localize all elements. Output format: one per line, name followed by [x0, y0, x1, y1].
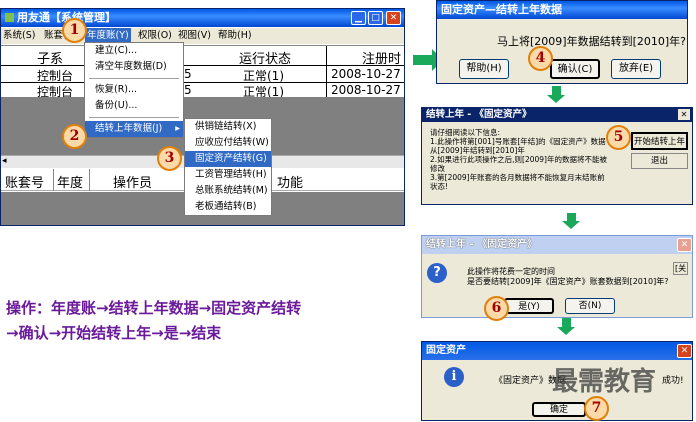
question-icon: ?: [427, 263, 447, 283]
instruction-line-2: →确认→开始结转上年→是→结束: [6, 324, 222, 342]
dialog-fixed-assets-carry-forward: 固定资产—结转上年数据 马上将[2009]年数据结转到[2010]年? 帮助(H…: [436, 0, 688, 84]
col-header-year: 年度: [57, 176, 84, 191]
carry-forward-submenu: 供销链结转(X) 应收应付结转(W) 固定资产结转(G) 工资管理结转(H) 总…: [184, 118, 272, 216]
dialog3-line2: 是否要结转[2009]年《固定资产》账套数据到[2010]年?: [467, 277, 669, 286]
step-4-marker: 4: [528, 46, 553, 71]
submenu-item-receivable[interactable]: 应收应付结转(W): [185, 135, 271, 151]
dialog2-title-bar: 结转上年 - 《固定资产》: [422, 108, 692, 122]
ok-button[interactable]: 确定: [532, 402, 586, 417]
submenu-item-general-ledger[interactable]: 总账系统结转(M): [185, 183, 271, 199]
col-header-function: 功能: [277, 176, 304, 191]
submenu-item-payroll[interactable]: 工资管理结转(H): [185, 167, 271, 183]
step-1-marker: 1: [62, 18, 87, 43]
watermark-text: 最需教育: [552, 367, 657, 397]
dialog4-close-button[interactable]: ✕: [677, 344, 692, 358]
dialog3-close-button[interactable]: ✕: [677, 238, 692, 252]
step-7-marker: 7: [584, 396, 609, 421]
dialog3-side-button[interactable]: [关: [673, 262, 689, 275]
step-2-marker: 2: [62, 124, 87, 149]
dialog4-suffix: 成功!: [662, 376, 684, 386]
dialog2-close-icon[interactable]: ✕: [678, 109, 690, 120]
menu-item-carry-forward-label: 结转上年数据(J): [95, 123, 163, 134]
menu-item-backup[interactable]: 备份(U)...: [85, 98, 183, 114]
dialog-fixed-assets-success: 固定资产 ✕ i 《固定资产》数据 成功! 最需教育 确定: [421, 341, 693, 421]
row2-date: 2008-10-27 2: [331, 83, 405, 97]
flow-arrow-down-head-icon-3: [557, 327, 575, 335]
col-header-account-no: 账套号: [5, 176, 45, 191]
dialog1-message: 马上将[2009]年数据结转到[2010]年?: [497, 35, 686, 48]
minimize-button[interactable]: ▁: [351, 11, 366, 25]
step-5-marker: 5: [606, 125, 631, 150]
step-3-marker: 3: [157, 146, 182, 171]
info-icon: i: [444, 367, 464, 387]
dialog1-title: 固定资产—结转上年数据: [437, 1, 687, 19]
submenu-item-supply-chain[interactable]: 供销链结转(X): [185, 119, 271, 135]
submenu-arrow-icon: ▸: [175, 123, 180, 134]
flow-arrow-down-head-icon-2: [562, 221, 580, 229]
year-account-menu: 建立(C)... 清空年度数据(D) 恢复(R)... 备份(U)... 结转上…: [84, 42, 184, 138]
row1-suffix: 5: [184, 67, 192, 81]
dialog3-title: 结转上年 - 《固定资产》: [426, 239, 538, 250]
exit-button[interactable]: 退出: [631, 153, 688, 169]
instruction-line-1: 操作：年度账→结转上年数据→固定资产结转: [6, 299, 302, 317]
main-title-bar: 用友通【系统管理】: [1, 9, 404, 27]
confirm-button[interactable]: 确认(C): [550, 59, 600, 79]
menu-help[interactable]: 帮助(H): [218, 28, 252, 44]
upper-table: 子系 运行状态 注册时 控制台 5 正常(1) 2008-10-27 2 控制台…: [1, 45, 405, 99]
row2-suffix: 5: [184, 83, 192, 97]
abandon-button[interactable]: 放弃(E): [611, 59, 661, 79]
app-icon: [5, 13, 14, 22]
menu-item-restore[interactable]: 恢复(R)...: [85, 82, 183, 98]
no-button[interactable]: 否(N): [565, 298, 615, 314]
flow-arrow-down-icon-2: [567, 213, 576, 221]
submenu-item-boss[interactable]: 老板通结转(B): [185, 199, 271, 215]
menu-item-create[interactable]: 建立(C)...: [85, 43, 183, 59]
dialog4-title: 固定资产: [426, 345, 466, 356]
col-header-operator: 操作员: [113, 176, 153, 191]
dialog-carry-forward-info: 结转上年 - 《固定资产》 ✕ 请仔细阅读以下信息: 1.此操作将第[001]号…: [421, 107, 693, 205]
dialog2-info-text: 请仔细阅读以下信息: 1.此操作将第[001]号账套[年结]的《固定资产》数据从…: [430, 128, 607, 191]
close-button[interactable]: ✕: [386, 11, 401, 25]
step-6-marker: 6: [484, 296, 509, 321]
help-button[interactable]: 帮助(H): [459, 59, 509, 79]
dialog3-title-bar: 结转上年 - 《固定资产》: [422, 236, 692, 254]
yes-button[interactable]: 是(Y): [504, 298, 554, 314]
flow-arrow-down-head-icon: [547, 95, 565, 103]
start-carry-forward-button[interactable]: 开始结转上年: [631, 132, 688, 150]
dialog4-title-bar: 固定资产: [422, 342, 692, 360]
dialog2-title: 结转上年 - 《固定资产》: [426, 109, 532, 120]
maximize-button[interactable]: □: [368, 11, 383, 25]
submenu-item-fixed-assets[interactable]: 固定资产结转(G): [185, 151, 271, 167]
row1-date: 2008-10-27 2: [331, 67, 405, 81]
menu-item-carry-forward[interactable]: 结转上年数据(J) ▸: [85, 121, 183, 137]
scroll-left-icon[interactable]: ◂: [2, 156, 7, 166]
menu-system[interactable]: 系统(S): [3, 28, 35, 44]
menu-item-clear-year-data[interactable]: 清空年度数据(D): [85, 59, 183, 75]
dialog-confirm-carry-forward: 结转上年 - 《固定资产》 ✕ ? 此操作将花费一定的时间 是否要结转[2009…: [421, 235, 693, 318]
